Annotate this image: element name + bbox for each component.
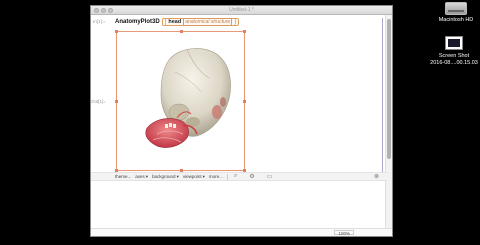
entity-type: anatomical structure — [183, 17, 233, 26]
3d-graphics-output[interactable] — [115, 30, 246, 172]
suggestions-toolbar: theme... axes ▾ background ▾ viewpoint ▾… — [91, 172, 387, 181]
open-bracket: [ — [164, 18, 167, 25]
entity-name: head — [168, 18, 182, 25]
theme-label: theme... — [115, 174, 132, 179]
chevron-down-icon: ▾ — [202, 173, 205, 179]
entity-argument[interactable]: [ head anatomical structure ] — [161, 17, 239, 26]
axes-menu[interactable]: axes ▾ — [135, 174, 148, 180]
chevron-down-icon: ▾ — [176, 173, 179, 179]
cell-bracket[interactable] — [381, 18, 383, 173]
more-button[interactable]: more... — [209, 174, 223, 179]
hard-drive-icon — [445, 2, 467, 15]
screenshot-date: 2016-08....00.15.03 — [430, 59, 478, 66]
resize-handle[interactable] — [180, 30, 183, 33]
output-label: Out[1]= — [91, 99, 106, 104]
vertical-scrollbar[interactable] — [385, 15, 392, 230]
function-name: AnatomyPlot3D — [115, 18, 160, 25]
background-label: background — [152, 174, 176, 179]
chevron-down-icon: ▾ — [145, 173, 149, 179]
chat-icon[interactable]: ▭ — [267, 173, 273, 180]
screenshot-file-icon — [445, 36, 463, 50]
zoom-selector[interactable]: 100% — [334, 230, 354, 236]
macintosh-hd-label: Macintosh HD — [438, 17, 474, 23]
close-bracket: ] — [234, 18, 236, 25]
viewpoint-menu[interactable]: viewpoint ▾ — [183, 174, 205, 180]
gear-icon[interactable]: ⚙ — [249, 173, 254, 180]
scrollbar-thumb[interactable] — [387, 19, 391, 159]
resize-handle[interactable] — [115, 100, 118, 103]
viewpoint-label: viewpoint — [182, 174, 202, 179]
macintosh-hd-icon[interactable]: Macintosh HD — [434, 0, 478, 24]
status-bar: 100% — [91, 228, 392, 236]
resize-handle[interactable] — [243, 30, 246, 33]
input-label: In[1]:= — [93, 19, 106, 24]
more-label: more... — [208, 174, 223, 179]
axes-label: axes — [135, 174, 145, 179]
input-cell[interactable]: AnatomyPlot3D [ head anatomical structur… — [115, 17, 239, 26]
resize-handle[interactable] — [115, 30, 118, 33]
screenshot-file[interactable]: Screen Shot 2016-08....00.15.03 — [428, 36, 480, 66]
toolbar-divider — [226, 173, 228, 180]
title-bar[interactable]: Untitled-1 * — [91, 6, 392, 15]
window-title: Untitled-1 * — [229, 7, 254, 13]
close-icon[interactable]: ⊗ — [374, 173, 379, 180]
skull-render — [145, 48, 231, 148]
resize-handle[interactable] — [243, 100, 246, 103]
search-icon[interactable]: ⌕ — [234, 173, 237, 180]
theme-button[interactable]: theme... — [115, 174, 131, 179]
notebook-window: Untitled-1 * In[1]:= AnatomyPlot3D [ hea… — [90, 5, 393, 237]
background-menu[interactable]: background ▾ — [152, 174, 179, 180]
